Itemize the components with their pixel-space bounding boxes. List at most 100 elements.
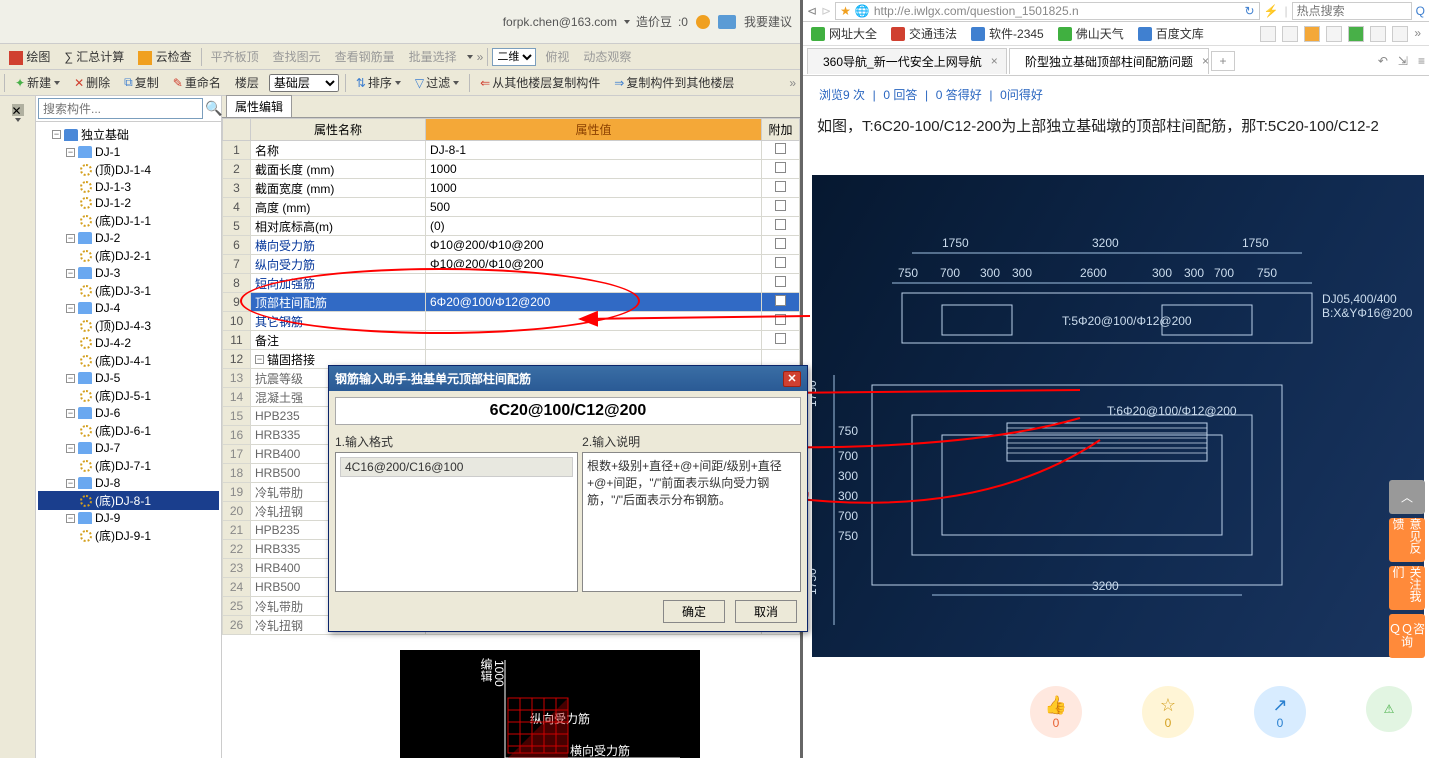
dialog-cancel-button[interactable]: 取消 — [735, 600, 797, 623]
tree-node-DJ-6[interactable]: −DJ-6 — [38, 405, 219, 421]
floor-button[interactable]: 楼层 — [231, 73, 263, 92]
tree-item[interactable]: (底)DJ-5-1 — [38, 386, 219, 405]
tab-close-icon[interactable]: × — [991, 54, 998, 68]
dialog-ok-button[interactable]: 确定 — [663, 600, 725, 623]
prop-row[interactable]: 9顶部柱间配筋6Φ20@100/Φ12@200 — [223, 293, 800, 312]
copy-to-floor-button[interactable]: ⇒复制构件到其他楼层 — [610, 73, 738, 92]
tree-item[interactable]: (底)DJ-6-1 — [38, 421, 219, 440]
tree-node-DJ-1[interactable]: −DJ-1 — [38, 144, 219, 160]
tree-item[interactable]: (顶)DJ-4-3 — [38, 316, 219, 335]
batch-select-button[interactable]: 批量选择 — [404, 47, 462, 66]
like-button[interactable]: 👍0 — [1030, 686, 1082, 738]
prop-row[interactable]: 10其它钢筋 — [223, 312, 800, 331]
tree-node-DJ-5[interactable]: −DJ-5 — [38, 370, 219, 386]
tree-search-input[interactable] — [38, 98, 203, 119]
floor-select[interactable]: 基础层 — [269, 74, 339, 92]
ext-icon[interactable] — [1326, 26, 1342, 42]
copy-from-floor-button[interactable]: ⇐从其他楼层复制构件 — [476, 73, 604, 92]
rename-button[interactable]: ✎重命名 — [169, 73, 225, 92]
ext-icon[interactable] — [1260, 26, 1276, 42]
tree-body[interactable]: −独立基础−DJ-1(顶)DJ-1-4DJ-1-3DJ-1-2(底)DJ-1-1… — [36, 122, 221, 758]
email-dropdown-icon[interactable] — [624, 20, 630, 24]
favorite-button[interactable]: ☆0 — [1142, 686, 1194, 738]
prop-row[interactable]: 3截面宽度 (mm)1000 — [223, 179, 800, 198]
search-icon[interactable]: 🔍 — [205, 96, 222, 121]
tree-item[interactable]: (底)DJ-3-1 — [38, 281, 219, 300]
tree-node-DJ-3[interactable]: −DJ-3 — [38, 265, 219, 281]
browser-tab[interactable]: 阶型独立基础顶部柱间配筋问题× — [1009, 48, 1209, 74]
sort-button[interactable]: ⇅排序 — [352, 73, 405, 92]
search-go-icon[interactable]: Q — [1416, 4, 1425, 18]
bookmark-item[interactable]: 软件-2345 — [971, 25, 1044, 42]
flash-icon[interactable]: ⚡ — [1264, 4, 1279, 18]
prop-row[interactable]: 2截面长度 (mm)1000 — [223, 160, 800, 179]
view-steel-button[interactable]: 查看钢筋量 — [330, 47, 400, 66]
prop-row[interactable]: 11备注 — [223, 331, 800, 350]
back-icon[interactable]: ⊲ — [807, 4, 817, 18]
tab-action-icon[interactable]: ≡ — [1418, 54, 1425, 68]
bookmark-more-icon[interactable]: » — [1414, 26, 1421, 42]
draw-button[interactable]: 绘图 — [4, 47, 55, 66]
new-button[interactable]: ✦新建 — [11, 73, 64, 92]
properties-tab[interactable]: 属性编辑 — [226, 95, 292, 117]
ext-icon[interactable] — [1370, 26, 1386, 42]
prop-row[interactable]: 7纵向受力筋Φ10@200/Φ10@200 — [223, 255, 800, 274]
refresh-icon[interactable]: ↻ — [1245, 4, 1255, 18]
dialog-titlebar[interactable]: 钢筋输入助手-独基单元顶部柱间配筋 ✕ — [329, 366, 807, 391]
forward-icon[interactable]: ⊳ — [821, 4, 831, 18]
report-button[interactable]: ⚠ — [1366, 686, 1412, 732]
prop-row[interactable]: 8短向加强筋 — [223, 274, 800, 293]
browser-tab[interactable]: 360导航_新一代安全上网导航× — [807, 48, 1007, 74]
share-button[interactable]: ↗0 — [1254, 686, 1306, 738]
tab-action-icon[interactable]: ⇲ — [1398, 54, 1408, 68]
ext-icon[interactable] — [1304, 26, 1320, 42]
tree-item[interactable]: (底)DJ-7-1 — [38, 456, 219, 475]
qq-consult-button[interactable]: ＱＱ咨询 — [1389, 614, 1425, 658]
tree-root[interactable]: −独立基础 — [38, 125, 219, 144]
bookmark-item[interactable]: 网址大全 — [811, 25, 877, 42]
dialog-close-button[interactable]: ✕ — [783, 371, 801, 387]
tree-item[interactable]: (底)DJ-4-1 — [38, 351, 219, 370]
flat-slab-button[interactable]: 平齐板顶 — [206, 47, 264, 66]
prop-row[interactable]: 5相对底标高(m)(0) — [223, 217, 800, 236]
prop-row[interactable]: 6横向受力筋Φ10@200/Φ10@200 — [223, 236, 800, 255]
prop-row[interactable]: 1名称DJ-8-1 — [223, 141, 800, 160]
tree-node-DJ-8[interactable]: −DJ-8 — [38, 475, 219, 491]
dimension-select[interactable]: 二维 — [492, 48, 536, 66]
tree-item[interactable]: DJ-1-2 — [38, 195, 219, 211]
tree-item[interactable]: (顶)DJ-1-4 — [38, 160, 219, 179]
ext-icon[interactable] — [1348, 26, 1364, 42]
input-format-list[interactable]: 4C16@200/C16@100 — [335, 452, 578, 592]
ext-icon[interactable] — [1392, 26, 1408, 42]
delete-button[interactable]: ✕删除 — [70, 73, 114, 92]
bookmark-item[interactable]: 百度文库 — [1138, 25, 1204, 42]
tree-item[interactable]: (底)DJ-1-1 — [38, 211, 219, 230]
new-tab-button[interactable]: + — [1211, 51, 1235, 71]
tree-node-DJ-4[interactable]: −DJ-4 — [38, 300, 219, 316]
browser-search-input[interactable] — [1292, 2, 1412, 20]
ext-icon[interactable] — [1282, 26, 1298, 42]
filter-button[interactable]: ▽过滤 — [411, 73, 463, 92]
sum-button[interactable]: ∑ 汇总计算 — [59, 47, 129, 66]
tree-item[interactable]: (底)DJ-9-1 — [38, 526, 219, 545]
bookmark-item[interactable]: 交通违法 — [891, 25, 957, 42]
tree-node-DJ-9[interactable]: −DJ-9 — [38, 510, 219, 526]
tree-item[interactable]: (底)DJ-2-1 — [38, 246, 219, 265]
back-to-top-button[interactable]: ︿ — [1389, 480, 1425, 514]
cloud-check-button[interactable]: 云检查 — [133, 47, 196, 66]
tree-item[interactable]: DJ-4-2 — [38, 335, 219, 351]
format-item[interactable]: 4C16@200/C16@100 — [340, 457, 573, 477]
feedback-button[interactable]: 意见反馈 — [1389, 518, 1425, 562]
tab-close-icon[interactable]: × — [1202, 54, 1209, 68]
top-view-button[interactable]: 俯视 — [540, 47, 574, 66]
dynamic-view-button[interactable]: 动态观察 — [578, 47, 636, 66]
bookmark-item[interactable]: 佛山天气 — [1058, 25, 1124, 42]
copy-button[interactable]: ⧉复制 — [120, 73, 163, 92]
sidebar-collapse-icon[interactable] — [15, 118, 21, 122]
tree-item[interactable]: DJ-1-3 — [38, 179, 219, 195]
follow-us-button[interactable]: 关注我们 — [1389, 566, 1425, 610]
suggest-icon[interactable] — [718, 15, 736, 29]
find-element-button[interactable]: 查找图元 — [268, 47, 326, 66]
tree-node-DJ-7[interactable]: −DJ-7 — [38, 440, 219, 456]
prop-row[interactable]: 4高度 (mm)500 — [223, 198, 800, 217]
